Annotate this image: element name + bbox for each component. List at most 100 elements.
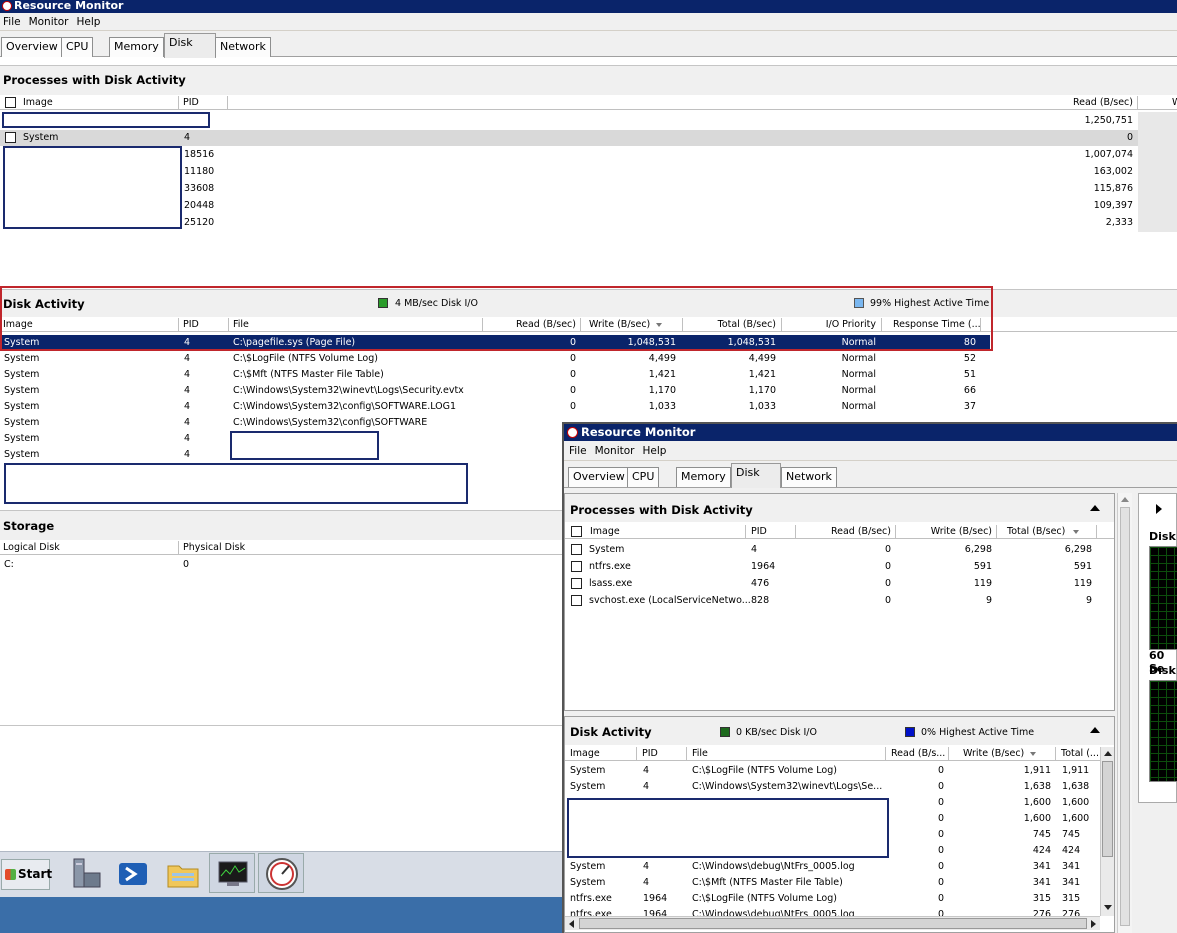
cell-file: C:\$Mft (NTFS Master File Table) [233,369,384,380]
table-row[interactable]: System 4 0 [0,130,1177,146]
table-row[interactable]: ntfrs.exe 1964 C:\$LogFile (NTFS Volume … [565,891,1100,907]
col-read[interactable]: Read (B/sec) [1000,97,1133,108]
col-read[interactable]: Read (B/sec) [799,526,891,537]
cell-pid: 20448 [184,200,215,211]
tab-overview[interactable]: Overview [568,467,630,487]
disk-io-legend-icon [720,727,730,737]
table-row[interactable]: lsass.exe 476 0 119 119 [565,576,1114,592]
cell-total: 424 [1062,845,1081,856]
table-row[interactable]: System 4 C:\Windows\debug\NtFrs_0005.log… [565,859,1100,875]
select-all-checkbox[interactable] [571,526,582,537]
menu-file[interactable]: File [564,441,592,457]
col-pid[interactable]: PID [183,97,199,108]
col-total[interactable]: Total (... [1061,748,1099,759]
col-image[interactable]: Image [590,526,620,537]
window-title: Resource Monitor [14,0,124,12]
expand-graphs-icon[interactable] [1156,504,1162,514]
table-row[interactable]: System 4 0 6,298 6,298 [565,542,1114,558]
tab-memory[interactable]: Memory [109,37,164,57]
scroll-right-icon[interactable] [1091,920,1096,928]
vertical-scrollbar[interactable] [1100,747,1114,916]
row-checkbox[interactable] [571,561,582,572]
start-button[interactable]: Start [1,859,52,890]
content-scrollbar-thumb[interactable] [1120,507,1130,926]
table-row[interactable]: ntfrs.exe 1964 0 591 591 [565,559,1114,575]
collapse-icon[interactable] [1090,727,1100,733]
col-write[interactable]: Write (B/sec) [899,526,992,537]
col-total[interactable]: Total (B/sec) [1007,526,1065,537]
cell-read: 0 [569,353,576,364]
cell-image: System [4,417,40,428]
table-row[interactable]: svchost.exe (LocalServiceNetwo... 828 0 … [565,593,1114,609]
scroll-up-icon[interactable] [1121,497,1129,502]
sort-desc-icon [1030,752,1036,756]
processes-section-header[interactable]: Processes with Disk Activity [0,65,1177,95]
collapse-icon[interactable] [1090,505,1100,511]
col-pid[interactable]: PID [751,526,767,537]
tab-disk[interactable]: Disk [731,463,781,488]
storage-section-header[interactable]: Storage [0,510,562,540]
cell-read: 0 [884,561,891,572]
storage-row[interactable]: C: 0 [0,557,562,573]
tab-network[interactable]: Network [215,37,271,57]
tab-network[interactable]: Network [781,467,837,487]
horizontal-scrollbar[interactable] [565,916,1100,930]
col-read[interactable]: Read (B/s... [891,748,945,759]
cell-pid: 4 [184,353,191,364]
row-checkbox[interactable] [571,544,582,555]
table-row[interactable]: ntfrs.exe 1964 C:\Windows\debug\NtFrs_00… [565,907,1100,916]
taskbar-button-task-manager[interactable] [209,853,255,893]
col-write[interactable]: W [1172,97,1177,108]
second-disk-activity-title: Disk Activity [570,725,652,739]
row-checkbox[interactable] [571,595,582,606]
col-image[interactable]: Image [570,748,600,759]
second-disk-activity-header[interactable]: Disk Activity 0 KB/sec Disk I/O 0% Highe… [565,717,1114,745]
table-row[interactable]: System 4 C:\$Mft (NTFS Master File Table… [565,875,1100,891]
select-all-checkbox[interactable] [5,97,16,108]
divider [0,725,562,726]
second-processes-title: Processes with Disk Activity [570,503,753,517]
tab-cpu[interactable]: CPU [61,37,94,57]
table-row[interactable]: System 4 C:\$LogFile (NTFS Volume Log) 0… [0,351,1177,367]
menu-file[interactable]: File [0,13,26,28]
col-pid[interactable]: PID [642,748,658,759]
scroll-left-icon[interactable] [569,920,574,928]
tab-cpu[interactable]: CPU [627,467,660,487]
second-processes-header[interactable]: Processes with Disk Activity [565,494,1114,522]
tab-memory[interactable]: Memory [676,467,731,487]
cell-image: System [570,765,606,776]
row-checkbox[interactable] [571,578,582,589]
table-row[interactable]: System 4 C:\Windows\System32\config\SOFT… [0,399,1177,415]
scrollbar-thumb[interactable] [1102,761,1113,857]
menu-help[interactable]: Help [74,13,106,28]
cell-response-time: 37 [963,401,976,412]
menu-monitor[interactable]: Monitor [26,13,74,28]
row-checkbox[interactable] [5,132,16,143]
table-row[interactable]: System 4 C:\Windows\System32\winevt\Logs… [565,779,1100,795]
scroll-up-icon[interactable] [1104,751,1112,756]
col-physical-disk[interactable]: Physical Disk [183,542,245,553]
table-row[interactable]: System 4 C:\$LogFile (NTFS Volume Log) 0… [565,763,1100,779]
menu-help[interactable]: Help [640,441,672,457]
horizontal-scrollbar-thumb[interactable] [579,918,1087,929]
col-write[interactable]: Write (B/sec) [963,748,1024,759]
col-file[interactable]: File [692,748,708,759]
scroll-down-icon[interactable] [1104,905,1112,910]
cell-total: 1,600 [1062,797,1090,808]
menu-monitor[interactable]: Monitor [592,441,640,457]
explorer-folder-icon[interactable] [163,855,203,895]
taskbar-button-resource-monitor[interactable] [258,853,304,893]
windows-logo-icon [5,869,16,880]
powershell-icon[interactable] [113,855,153,895]
server-manager-icon[interactable] [66,855,106,895]
col-logical-disk[interactable]: Logical Disk [3,542,60,553]
cell-pid: 828 [751,595,770,606]
tab-disk[interactable]: Disk [164,33,216,58]
tab-overview[interactable]: Overview [1,37,63,57]
table-row[interactable]: System 4 C:\$Mft (NTFS Master File Table… [0,367,1177,383]
table-row[interactable]: System 4 C:\Windows\System32\winevt\Logs… [0,383,1177,399]
cell-image: System [570,781,606,792]
col-image[interactable]: Image [23,97,53,108]
cell-file: C:\Windows\System32\config\SOFTWARE.LOG1 [233,401,457,412]
content-scrollbar[interactable] [1117,493,1132,933]
